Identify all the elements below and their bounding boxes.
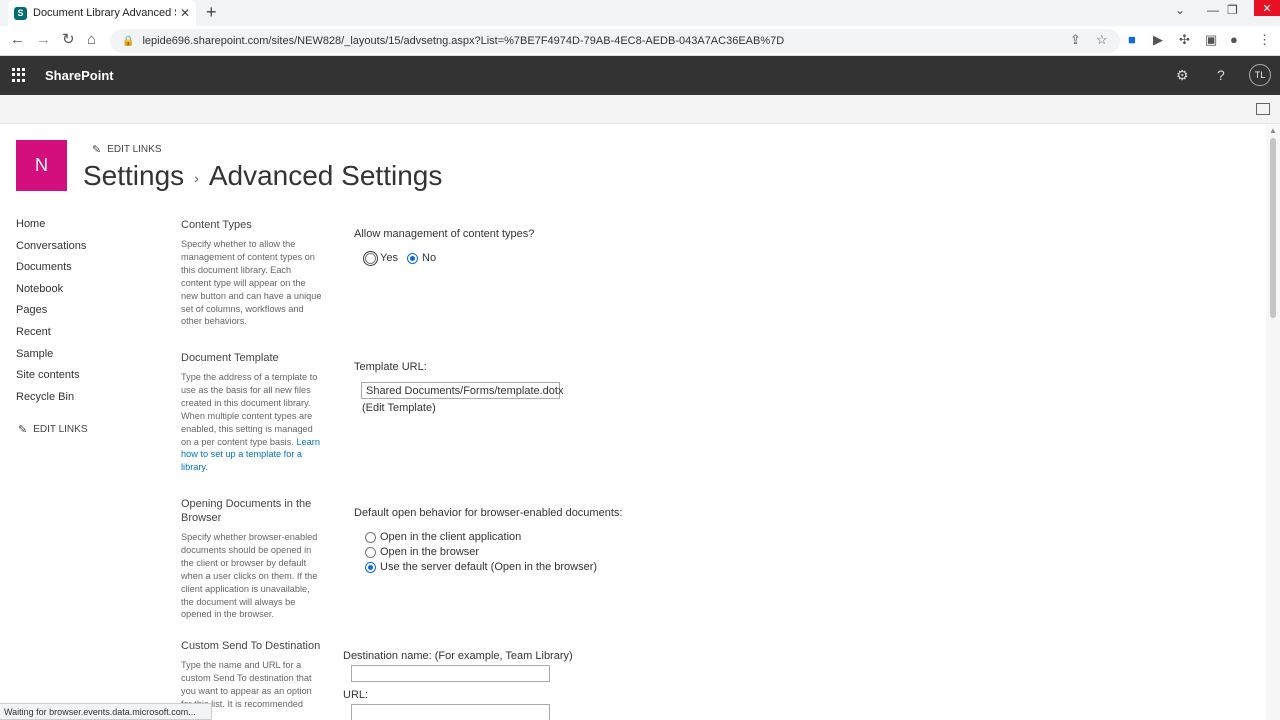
open-client-label: Open in the client application bbox=[380, 531, 522, 543]
ribbon-area bbox=[0, 95, 1280, 124]
edit-links-top[interactable]: ✎ EDIT LINKS bbox=[92, 143, 162, 156]
lock-icon: 🔒 bbox=[122, 35, 135, 47]
destination-name-input[interactable] bbox=[351, 665, 550, 682]
share-icon[interactable]: ⇪ bbox=[1070, 33, 1081, 47]
focus-content-icon[interactable] bbox=[1256, 103, 1270, 115]
nav-item-notebook[interactable]: Notebook bbox=[16, 282, 86, 304]
radio-open-browser[interactable] bbox=[365, 546, 376, 558]
edit-template-link[interactable]: (Edit Template) bbox=[362, 402, 436, 414]
opening-documents-desc: Specify whether browser-enabled document… bbox=[181, 532, 318, 620]
browser-status-bar: Waiting for browser.events.data.microsof… bbox=[0, 703, 212, 720]
quick-launch: Home Conversations Documents Notebook Pa… bbox=[16, 217, 86, 411]
radio-no[interactable] bbox=[407, 252, 418, 264]
url-input[interactable] bbox=[351, 704, 550, 720]
home-icon[interactable]: ⌂ bbox=[87, 32, 96, 48]
window-close-icon[interactable]: ✕ bbox=[1254, 0, 1280, 16]
browser-tab[interactable]: S Document Library Advanced Set ✕ bbox=[8, 0, 196, 26]
tab-title: Document Library Advanced Set bbox=[33, 7, 176, 19]
open-behavior-label: Default open behavior for browser-enable… bbox=[354, 507, 623, 519]
media-play-icon[interactable]: ▶ bbox=[1153, 33, 1163, 47]
nav-item-pages[interactable]: Pages bbox=[16, 303, 86, 325]
scroll-up-icon[interactable]: ▲ bbox=[1269, 126, 1277, 135]
nav-item-documents[interactable]: Documents bbox=[16, 260, 86, 282]
pencil-icon: ✎ bbox=[92, 144, 102, 156]
send-to-title: Custom Send To Destination bbox=[181, 640, 321, 652]
content-types-desc: Specify whether to allow the management … bbox=[181, 239, 322, 327]
profile-icon[interactable]: ● bbox=[1230, 33, 1238, 47]
template-url-input[interactable]: Shared Documents/Forms/template.dotx bbox=[361, 382, 563, 399]
radio-yes-label: Yes bbox=[380, 252, 398, 264]
help-icon[interactable]: ? bbox=[1217, 67, 1225, 83]
breadcrumb-separator-icon: › bbox=[194, 169, 199, 186]
content-types-yes-option[interactable]: Yes bbox=[363, 250, 398, 266]
template-url-label: Template URL: bbox=[354, 361, 427, 373]
back-icon[interactable]: ← bbox=[10, 32, 25, 48]
radio-yes[interactable] bbox=[363, 250, 378, 266]
breadcrumb-settings[interactable]: Settings bbox=[83, 160, 184, 191]
nav-item-conversations[interactable]: Conversations bbox=[16, 239, 86, 261]
server-default-option[interactable]: Use the server default (Open in the brow… bbox=[365, 561, 597, 573]
scrollbar-thumb[interactable] bbox=[1270, 138, 1276, 318]
edit-links-nav[interactable]: ✎ EDIT LINKS bbox=[18, 423, 88, 436]
nav-item-recent[interactable]: Recent bbox=[16, 325, 86, 347]
edit-links-label: EDIT LINKS bbox=[107, 144, 162, 155]
nav-item-recycle-bin[interactable]: Recycle Bin bbox=[16, 390, 86, 412]
browser-menu-icon[interactable]: ⋮ bbox=[1258, 33, 1271, 47]
server-default-label: Use the server default (Open in the brow… bbox=[380, 561, 598, 573]
document-template-desc: Type the address of a template to use as… bbox=[181, 372, 320, 473]
url-field[interactable]: 🔒 lepide696.sharepoint.com/sites/NEW828/… bbox=[110, 29, 1120, 53]
reload-icon[interactable]: ↻ bbox=[62, 32, 75, 48]
extension-icon[interactable]: ■ bbox=[1128, 33, 1136, 47]
radio-server-default[interactable] bbox=[365, 561, 376, 573]
content-types-no-option[interactable]: No bbox=[407, 252, 436, 264]
open-client-option[interactable]: Open in the client application bbox=[365, 531, 521, 543]
radio-no-label: No bbox=[422, 252, 437, 264]
content-types-section: Content Types Specify whether to allow t… bbox=[181, 218, 323, 328]
opening-documents-title: Opening Documents in the Browser bbox=[181, 498, 312, 524]
open-browser-option[interactable]: Open in the browser bbox=[365, 546, 479, 558]
url-text: lepide696.sharepoint.com/sites/NEW828/_l… bbox=[142, 35, 785, 47]
address-bar: ← → ↻ ⌂ 🔒 lepide696.sharepoint.com/sites… bbox=[0, 26, 1280, 56]
site-logo[interactable]: N bbox=[16, 140, 67, 191]
nav-item-sample[interactable]: Sample bbox=[16, 347, 86, 369]
puzzle-extensions-icon[interactable]: ✣ bbox=[1179, 33, 1190, 47]
page-title: Settings › Advanced Settings bbox=[83, 160, 442, 192]
edit-links-nav-label: EDIT LINKS bbox=[33, 424, 88, 435]
restore-icon[interactable]: ❐ bbox=[1227, 3, 1238, 17]
suite-bar: SharePoint ⚙ ? TL bbox=[0, 56, 1280, 95]
opening-documents-section: Opening Documents in the Browser Specify… bbox=[181, 497, 323, 621]
sharepoint-favicon-icon: S bbox=[14, 6, 27, 20]
minimize-icon[interactable]: — bbox=[1207, 3, 1219, 17]
sharepoint-brand[interactable]: SharePoint bbox=[45, 68, 114, 83]
tab-search-icon[interactable]: ⌄ bbox=[1175, 3, 1185, 17]
page-scrollbar[interactable]: ▲ bbox=[1266, 124, 1280, 720]
nav-item-site-contents[interactable]: Site contents bbox=[16, 368, 86, 390]
open-browser-label: Open in the browser bbox=[380, 546, 480, 558]
avatar[interactable]: TL bbox=[1249, 64, 1271, 86]
document-template-section: Document Template Type the address of a … bbox=[181, 351, 323, 474]
sidebar-icon[interactable]: ▣ bbox=[1205, 33, 1217, 47]
app-launcher-icon[interactable] bbox=[12, 68, 26, 82]
bookmark-star-icon[interactable]: ☆ bbox=[1096, 33, 1108, 47]
allow-content-types-label: Allow management of content types? bbox=[354, 228, 535, 240]
url-label: URL: bbox=[343, 689, 369, 701]
send-to-section: Custom Send To Destination Type the name… bbox=[181, 639, 323, 711]
content-types-title: Content Types bbox=[181, 219, 252, 231]
close-tab-icon[interactable]: ✕ bbox=[180, 6, 190, 20]
breadcrumb-current: Advanced Settings bbox=[208, 160, 443, 191]
document-template-title: Document Template bbox=[181, 352, 279, 364]
gear-icon[interactable]: ⚙ bbox=[1176, 67, 1189, 84]
destination-name-label: Destination name: (For example, Team Lib… bbox=[343, 650, 573, 662]
forward-icon[interactable]: → bbox=[36, 32, 51, 48]
browser-tab-bar: S Document Library Advanced Set ✕ + ⌄ — … bbox=[0, 0, 1280, 26]
nav-item-home[interactable]: Home bbox=[16, 217, 86, 239]
new-tab-button[interactable]: + bbox=[206, 3, 217, 21]
radio-open-client[interactable] bbox=[365, 531, 376, 543]
pencil-icon: ✎ bbox=[18, 424, 28, 436]
